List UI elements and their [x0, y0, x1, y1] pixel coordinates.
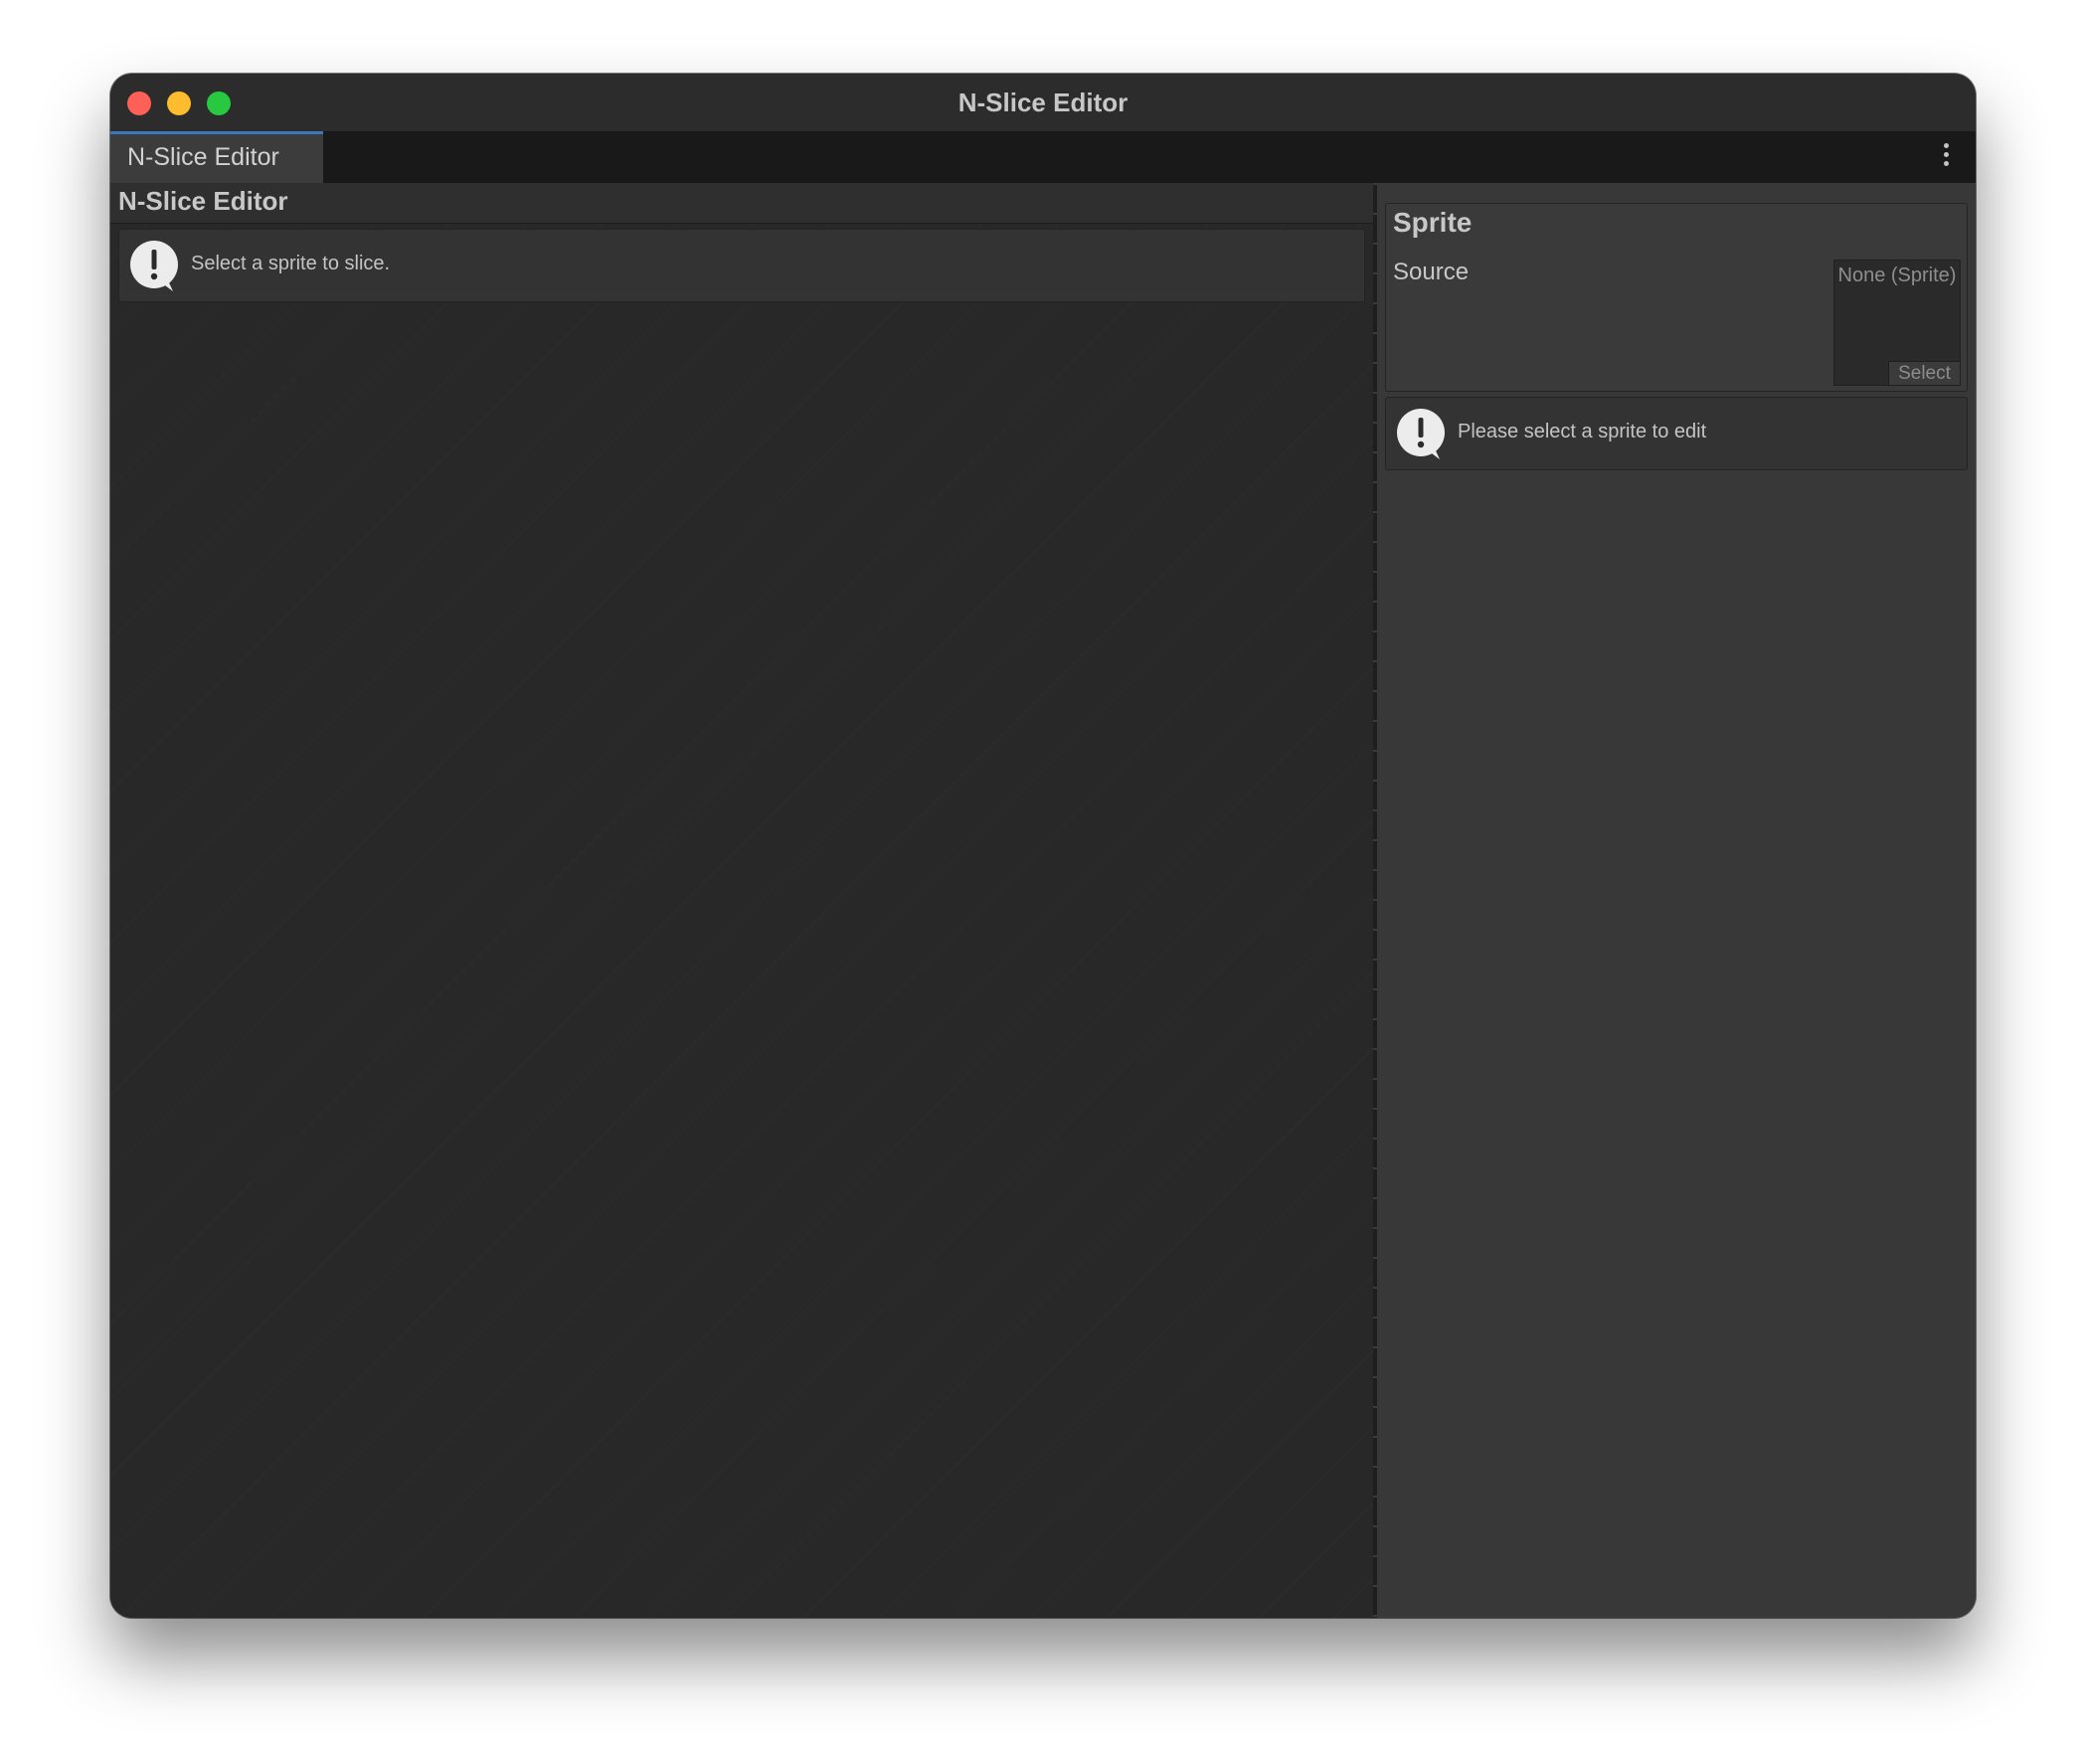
alert-speech-icon [1397, 409, 1445, 459]
help-message: Select a sprite to slice. [191, 253, 391, 274]
title-bar: N-Slice Editor [110, 74, 1976, 131]
inspector-panel: Sprite Source None (Sprite) Select Pleas… [1377, 183, 1976, 1618]
tab-n-slice-editor[interactable]: N-Slice Editor [110, 131, 323, 183]
editor-window: N-Slice Editor N-Slice Editor N-Slice Ed… [110, 74, 1976, 1618]
help-message: Please select a sprite to edit [1458, 421, 1707, 442]
help-box: Select a sprite to slice. [118, 229, 1365, 302]
sprite-object-field[interactable]: None (Sprite) Select [1833, 260, 1961, 386]
panel-title: N-Slice Editor [118, 186, 288, 216]
more-options-icon[interactable] [1942, 143, 1950, 169]
window-title: N-Slice Editor [957, 88, 1129, 117]
select-button[interactable]: Select [1888, 361, 1960, 385]
object-field-value: None (Sprite) [1837, 265, 1957, 286]
tab-label: N-Slice Editor [127, 143, 279, 171]
panel-header: N-Slice Editor [110, 183, 1373, 224]
section-title: Sprite [1393, 207, 1473, 238]
sprite-section: Sprite Source None (Sprite) Select [1385, 203, 1968, 392]
source-label: Source [1393, 259, 1470, 285]
help-box: Please select a sprite to edit [1385, 397, 1968, 470]
tab-bar: N-Slice Editor [110, 131, 1976, 183]
slice-canvas-panel: N-Slice Editor Select a sprite to slice. [110, 183, 1373, 1618]
alert-speech-icon [130, 241, 178, 291]
